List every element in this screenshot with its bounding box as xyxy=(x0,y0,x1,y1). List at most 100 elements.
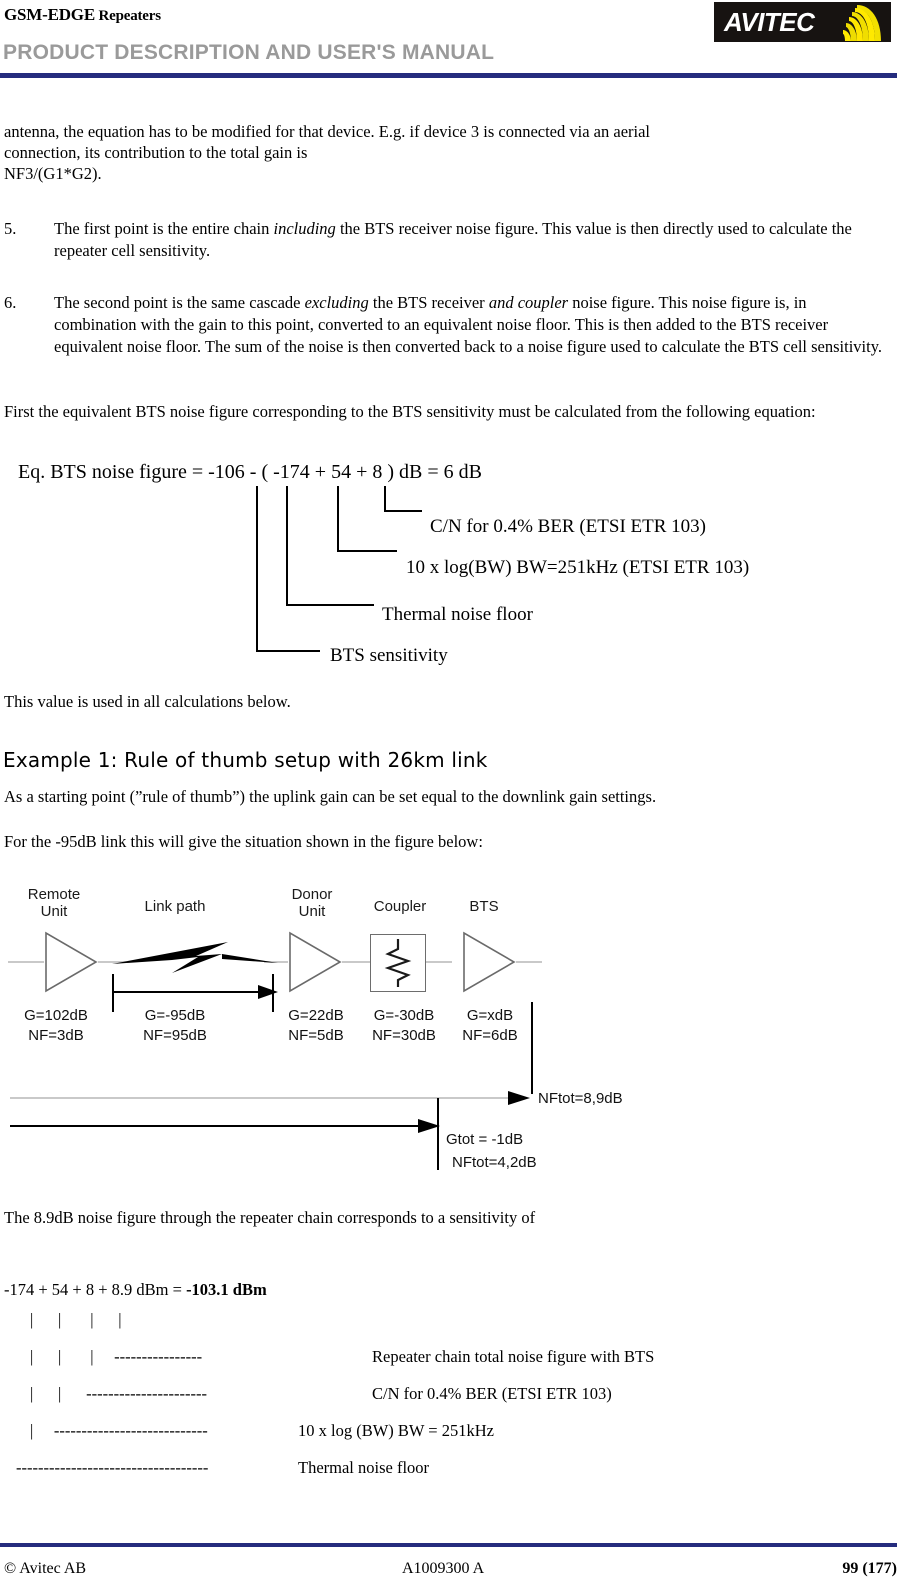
sensitivity-label-row-1: Repeater chain total noise figure with B… xyxy=(372,1347,655,1366)
sensitivity-art-row-3: | ---------------------------- xyxy=(30,1421,208,1440)
callout-label-cn: C/N for 0.4% BER (ETSI ETR 103) xyxy=(430,516,707,537)
list-item-5-number: 5. xyxy=(4,219,17,238)
list-item-6-emphasis-1: excluding xyxy=(304,293,369,312)
callout-line-log-vertical xyxy=(337,486,339,552)
document-page: GSM-EDGE Repeaters PRODUCT DESCRIPTION A… xyxy=(0,0,909,1589)
diagram-label-bts: BTS xyxy=(444,898,524,915)
paragraph-starting-point: As a starting point (”rule of thumb”) th… xyxy=(4,787,657,806)
lightning-bolt-icon xyxy=(112,942,278,973)
signal-line-bts-out xyxy=(516,961,542,963)
paragraph-first-equation: First the equivalent BTS noise figure co… xyxy=(4,402,816,421)
signal-line-input xyxy=(8,961,44,963)
diagram-gain-bts: G=xdB xyxy=(466,1007,514,1024)
list-item-5-emphasis: including xyxy=(273,219,336,238)
partial-span-line xyxy=(10,1125,430,1127)
signal-line-coupler-out xyxy=(424,961,452,963)
paragraph-intro-line1: antenna, the equation has to be modified… xyxy=(4,122,650,141)
diagram-label-remote-unit: Remote Unit xyxy=(14,886,94,920)
sensitivity-label-row-3: 10 x log (BW) BW = 251kHz xyxy=(298,1421,494,1440)
sensitivity-label-row-2: C/N for 0.4% BER (ETSI ETR 103) xyxy=(372,1384,612,1403)
callout-line-thermal-vertical xyxy=(286,486,288,606)
diagram-nf-bts: NF=6dB xyxy=(462,1027,518,1044)
diagram-label-remote-unit-line1: Remote xyxy=(27,886,81,903)
list-item-6-emphasis-2: and coupler xyxy=(488,293,569,312)
paragraph-95db-link: For the -95dB link this will give the si… xyxy=(4,832,483,851)
amplifier-bts-icon xyxy=(463,931,516,993)
paragraph-89db-noise: The 8.9dB noise figure through the repea… xyxy=(4,1208,536,1227)
page-header: GSM-EDGE Repeaters PRODUCT DESCRIPTION A… xyxy=(0,0,909,80)
diagram-gain-link-path: G=-95dB xyxy=(144,1007,206,1024)
diagram-gain-coupler: G=-30dB xyxy=(373,1007,435,1024)
header-rule xyxy=(0,73,897,78)
callout-line-log-horizontal xyxy=(337,550,397,552)
callout-line-cn-vertical xyxy=(384,486,386,512)
diagram-gain-remote-unit: G=102dB xyxy=(24,1007,88,1024)
equation-main: Eq. BTS noise figure = -106 - ( -174 + 5… xyxy=(18,461,482,483)
diagram-label-coupler: Coupler xyxy=(358,898,442,915)
heading-example-1: Example 1: Rule of thumb setup with 26km… xyxy=(3,748,488,772)
header-subtitle: PRODUCT DESCRIPTION AND USER'S MANUAL xyxy=(3,41,495,64)
avitec-logo: AVITEC xyxy=(714,2,891,42)
list-item-6-text: The second point is the same cascade exc… xyxy=(54,292,886,358)
link-span-arrowhead-icon xyxy=(258,985,278,999)
avitec-logo-text: AVITEC xyxy=(724,7,815,37)
header-doctype-rest: Repeaters xyxy=(94,8,162,24)
callout-label-bts-sensitivity: BTS sensitivity xyxy=(330,645,448,666)
sensitivity-art-row-2: | | ---------------------- xyxy=(30,1384,207,1403)
diagram-gain-donor-unit: G=22dB xyxy=(288,1007,344,1024)
list-item-6: 6. The second point is the same cascade … xyxy=(4,292,886,358)
list-item-5-text-a: The first point is the entire chain xyxy=(54,219,274,238)
sensitivity-art-row-1: | | | ---------------- xyxy=(30,1347,203,1366)
callout-line-bts-vertical xyxy=(256,486,258,652)
diagram-label-donor-unit: Donor Unit xyxy=(272,886,352,920)
sensitivity-equation-prefix: -174 + 54 + 8 + 8.9 dBm = xyxy=(4,1280,187,1299)
sensitivity-art-row-0: | | | | xyxy=(30,1310,122,1329)
footer-rule xyxy=(0,1543,897,1547)
sensitivity-equation: -174 + 54 + 8 + 8.9 dBm = -103.1 dBm xyxy=(4,1279,267,1300)
resistor-icon xyxy=(384,939,412,987)
sensitivity-art-row-4: ----------------------------------- xyxy=(16,1458,209,1477)
partial-span-right-tick xyxy=(437,1098,439,1170)
signal-line-donor-out xyxy=(342,961,370,963)
paragraph-intro-line2: connection, its contribution to the tota… xyxy=(4,143,308,162)
list-item-6-text-a: The second point is the same cascade xyxy=(54,293,305,312)
nftot-full-arrowhead-icon xyxy=(508,1091,530,1105)
sensitivity-equation-result: -103.1 dBm xyxy=(186,1280,267,1299)
footer-copyright: © Avitec AB xyxy=(4,1560,87,1577)
list-item-6-number: 6. xyxy=(4,293,17,312)
list-item-6-text-b: the BTS receiver xyxy=(368,293,489,312)
nftot-partial-label: NFtot=4,2dB xyxy=(452,1154,537,1171)
sensitivity-label-row-4: Thermal noise floor xyxy=(298,1458,430,1477)
list-item-5-text: The first point is the entire chain incl… xyxy=(54,218,884,262)
diagram-label-link-path: Link path xyxy=(128,898,222,915)
link-span-line xyxy=(112,991,272,993)
diagram-nf-remote-unit: NF=3dB xyxy=(28,1027,84,1044)
gtot-partial-label: Gtot = -1dB xyxy=(446,1131,524,1148)
paragraph-intro-line3: NF3/(G1*G2). xyxy=(4,164,102,183)
nftot-full-label: NFtot=8,9dB xyxy=(538,1090,623,1107)
link-span-left-tick xyxy=(112,974,114,1012)
callout-line-cn-horizontal xyxy=(384,510,422,512)
diagram-label-bts-line1: BTS xyxy=(469,898,499,915)
nftot-full-right-tick xyxy=(531,1002,533,1094)
nftot-full-span-line xyxy=(10,1097,520,1099)
footer-document-number: A1009300 A xyxy=(402,1560,485,1577)
avitec-arc-icon xyxy=(843,5,881,41)
repeater-chain-diagram: Remote Unit G=102dB NF=3dB Link path G=-… xyxy=(0,878,909,1171)
header-doctype-strong: GSM-EDGE xyxy=(4,5,95,24)
diagram-label-link-path-line1: Link path xyxy=(144,898,206,915)
callout-line-thermal-horizontal xyxy=(286,604,374,606)
diagram-nf-donor-unit: NF=5dB xyxy=(288,1027,344,1044)
diagram-label-donor-unit-line1: Donor xyxy=(291,886,333,903)
coupler-box xyxy=(370,934,426,992)
amplifier-remote-unit-icon xyxy=(45,931,98,993)
paragraph-value-used: This value is used in all calculations b… xyxy=(4,692,291,711)
footer-page-number: 99 (177) xyxy=(842,1560,897,1577)
diagram-nf-link-path: NF=95dB xyxy=(143,1027,207,1044)
callout-label-log-bw: 10 x log(BW) BW=251kHz (ETSI ETR 103) xyxy=(406,557,750,578)
list-item-5: 5. The first point is the entire chain i… xyxy=(4,218,884,262)
diagram-label-donor-unit-line2: Unit xyxy=(298,903,326,920)
amplifier-donor-unit-icon xyxy=(289,931,342,993)
diagram-label-coupler-line1: Coupler xyxy=(373,898,427,915)
header-document-type: GSM-EDGE Repeaters xyxy=(4,5,161,25)
